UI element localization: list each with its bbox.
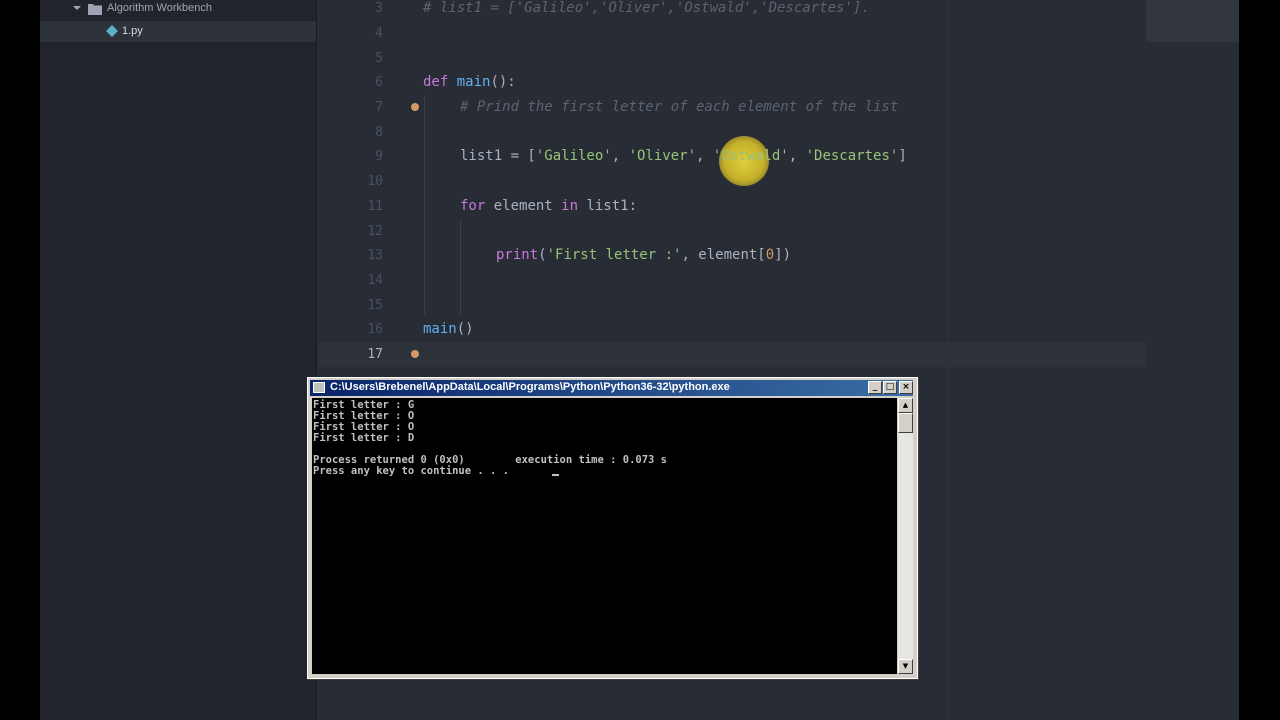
- code-text: list1 = [: [460, 148, 536, 164]
- indent-guide: [460, 219, 461, 315]
- string-literal: 'Galileo': [535, 148, 612, 164]
- line-number: 16: [367, 322, 383, 337]
- console-titlebar[interactable]: C:\Users\Brebenel\AppData\Local\Programs…: [310, 380, 913, 396]
- maximize-button[interactable]: □: [883, 381, 897, 394]
- line-number: 7: [375, 100, 383, 115]
- code-text: ,: [788, 148, 806, 164]
- number-literal: 0: [765, 247, 775, 263]
- string-literal: 'First letter :': [546, 247, 682, 263]
- folder-icon: [88, 4, 102, 15]
- keyword-for: for: [460, 198, 486, 214]
- line-number: 5: [375, 51, 383, 66]
- line-number: 13: [367, 248, 383, 263]
- modified-line-marker: [411, 103, 419, 111]
- keyword-def: def: [423, 74, 449, 90]
- builtin-print: print: [496, 247, 539, 263]
- code-text: (: [538, 247, 547, 263]
- string-literal: 'Descartes': [805, 148, 899, 164]
- line-number: 10: [367, 174, 383, 189]
- folder-label: Algorithm Workbench: [107, 2, 212, 14]
- line-number: 9: [375, 149, 383, 164]
- line-number: 15: [367, 298, 383, 313]
- tree-file-row[interactable]: 1.py: [40, 21, 316, 42]
- indent-guide: [424, 95, 425, 315]
- line-number: 6: [375, 75, 383, 90]
- python-file-icon: [106, 25, 118, 37]
- code-line-11: for element in list1:: [460, 198, 637, 214]
- keyword-in: in: [561, 198, 579, 214]
- code-text: ,: [696, 148, 713, 164]
- line-number: 12: [367, 224, 383, 239]
- code-text: , element[: [681, 247, 766, 263]
- function-call: main: [423, 321, 457, 337]
- code-text: element: [485, 198, 562, 214]
- console-line: Press any key to continue . . .: [313, 465, 509, 477]
- line-number: 14: [367, 273, 383, 288]
- line-number: 8: [375, 125, 383, 140]
- console-scrollbar[interactable]: ▲ ▼: [898, 398, 913, 674]
- file-label: 1.py: [122, 25, 143, 37]
- minimize-button[interactable]: _: [868, 381, 882, 394]
- line-number: 3: [375, 1, 383, 16]
- string-literal: 'Ostwald': [712, 148, 789, 164]
- scrollbar-thumb[interactable]: [898, 413, 913, 433]
- console-window[interactable]: C:\Users\Brebenel\AppData\Local\Programs…: [307, 377, 918, 679]
- console-title: C:\Users\Brebenel\AppData\Local\Programs…: [330, 381, 730, 393]
- console-text-cursor: [552, 474, 559, 476]
- code-line-9: list1 = ['Galileo', 'Oliver', 'Ostwald',…: [460, 148, 907, 164]
- code-text: (): [456, 321, 474, 337]
- console-system-icon[interactable]: [313, 382, 325, 393]
- code-line-7: # Prind the first letter of each element…: [460, 99, 899, 115]
- tree-folder-row[interactable]: Algorithm Workbench: [40, 0, 316, 19]
- chevron-down-icon[interactable]: [72, 3, 82, 13]
- scroll-down-arrow-icon[interactable]: ▼: [898, 659, 913, 674]
- code-line-13: print('First letter :', element[0]): [496, 247, 791, 263]
- console-line: First letter : D: [313, 432, 415, 444]
- close-button[interactable]: ×: [899, 381, 913, 394]
- tree-view: Algorithm Workbench 1.py: [40, 0, 317, 720]
- function-name: main: [456, 74, 491, 90]
- code-text: ,: [611, 148, 629, 164]
- code-text: list1:: [578, 198, 638, 214]
- code-text: ():: [490, 74, 516, 90]
- code-line-3: # list1 = ['Galileo','Oliver','Ostwald',…: [423, 0, 870, 16]
- line-number: 11: [367, 199, 383, 214]
- line-number: 4: [375, 26, 383, 41]
- wrap-guide: [947, 0, 948, 720]
- code-text: ]): [774, 247, 792, 263]
- string-literal: 'Oliver': [628, 148, 697, 164]
- code-line-16: main(): [423, 321, 474, 337]
- modified-line-marker: [411, 350, 419, 358]
- cursor-line-highlight: [317, 342, 1146, 367]
- code-line-6: def main():: [423, 74, 516, 90]
- scroll-up-arrow-icon[interactable]: ▲: [898, 398, 913, 413]
- code-text: ]: [898, 148, 907, 164]
- minimap-viewport[interactable]: [1146, 0, 1239, 42]
- line-number-current: 17: [367, 347, 383, 362]
- console-output[interactable]: First letter : G First letter : O First …: [312, 398, 897, 674]
